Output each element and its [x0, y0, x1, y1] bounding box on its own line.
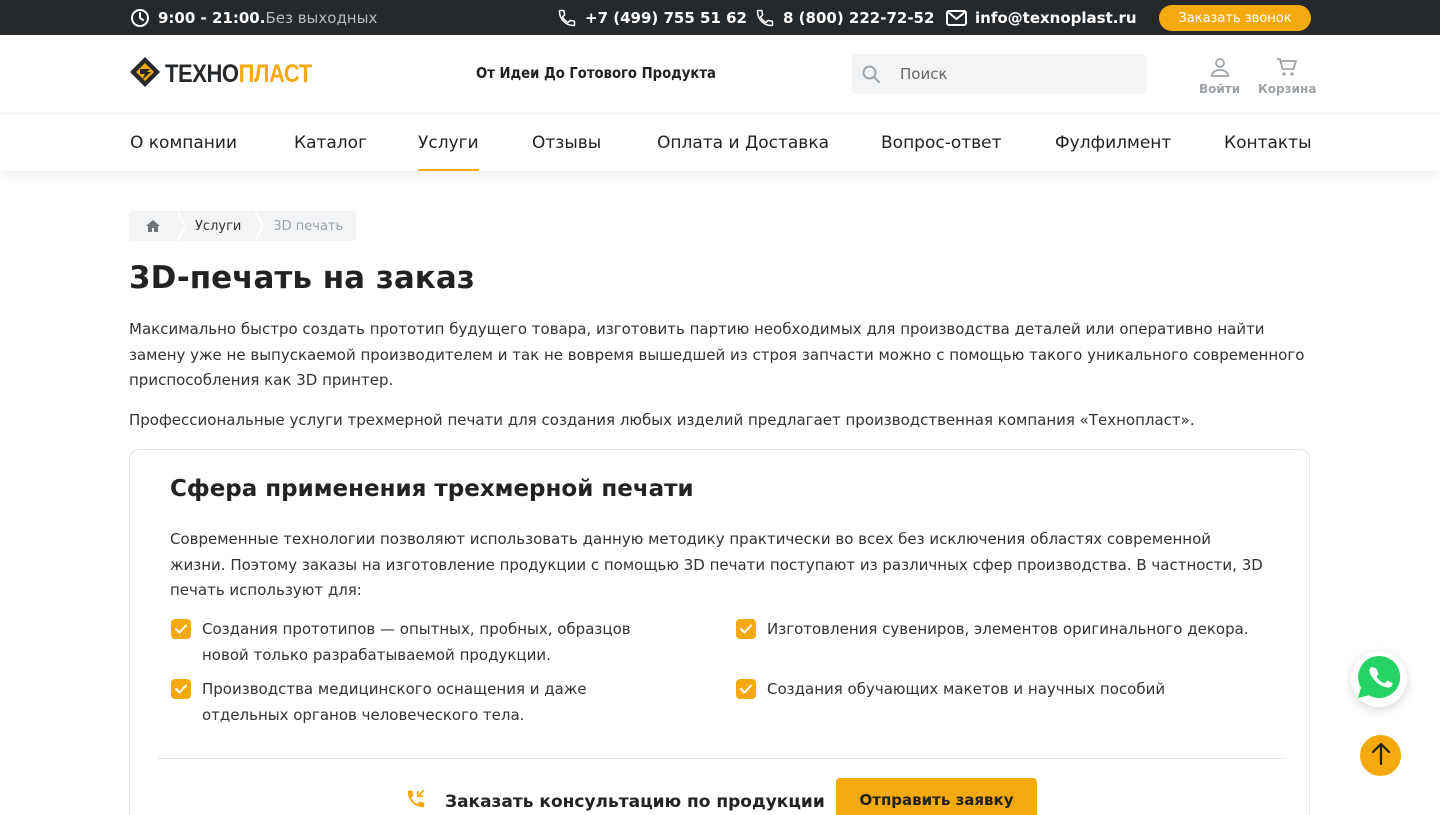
phone-text-2: 8 (800) 222-72-52: [783, 8, 935, 27]
nav-item-catalog[interactable]: Каталог: [294, 114, 367, 171]
send-request-button[interactable]: Отправить заявку: [836, 778, 1037, 815]
cart-icon: [1276, 57, 1298, 80]
nav-item-about[interactable]: О компании: [130, 114, 237, 171]
phone-link-1[interactable]: +7 (499) 755 51 62: [557, 0, 747, 35]
phone-incoming-icon: [405, 788, 427, 815]
list-item-text: Создания обучающих макетов и научных пос…: [767, 680, 1166, 698]
email-link[interactable]: info@texnoplast.ru: [946, 0, 1137, 35]
checkmark-icon: [171, 619, 191, 639]
login-button[interactable]: Войти: [1199, 57, 1240, 96]
phone-icon: [557, 8, 577, 28]
list-item-text: Производства медицинского оснащения и да…: [202, 680, 587, 724]
list-item: Создания обучающих макетов и научных пос…: [736, 677, 1276, 703]
intro-text: Максимально быстро создать прототип буду…: [129, 320, 1305, 389]
scroll-to-top-button[interactable]: [1360, 735, 1401, 776]
breadcrumb-services[interactable]: Услуги: [191, 219, 255, 234]
search-icon[interactable]: [861, 64, 881, 84]
working-hours: 9:00 - 21:00.Без выходных: [130, 0, 377, 35]
consultation-cta: Заказать консультацию по продукции: [405, 788, 825, 815]
card-title: Сфера применения трехмерной печати: [170, 476, 694, 502]
chevron-right-icon: [255, 211, 269, 241]
search-box[interactable]: [852, 54, 1147, 94]
site-header: ТЕХНОПЛАСТ От Идеи До Готового Продукта …: [0, 35, 1440, 114]
user-icon: [1210, 57, 1230, 80]
email-text: info@texnoplast.ru: [975, 8, 1137, 27]
hours-text: 9:00 - 21:00.: [158, 8, 266, 27]
chevron-right-icon: [177, 211, 191, 241]
breadcrumb-current: 3D печать: [273, 218, 344, 234]
home-icon[interactable]: [129, 219, 177, 233]
checkmark-icon: [736, 619, 756, 639]
top-bar: 9:00 - 21:00.Без выходных +7 (499) 755 5…: [0, 0, 1440, 35]
tagline: От Идеи До Готового Продукта: [476, 64, 716, 82]
nav-item-contacts[interactable]: Контакты: [1224, 114, 1312, 171]
nav-item-services[interactable]: Услуги: [418, 114, 479, 171]
hours-note: Без выходных: [265, 8, 378, 27]
list-item: Производства медицинского оснащения и да…: [171, 677, 661, 728]
whatsapp-icon: [1356, 654, 1402, 704]
whatsapp-button[interactable]: [1351, 651, 1407, 707]
list-item-text: Создания прототипов — опытных, пробных, …: [202, 620, 631, 664]
search-input[interactable]: [900, 65, 1120, 83]
nav-item-faq[interactable]: Вопрос-ответ: [881, 114, 1002, 171]
nav-item-payment-delivery[interactable]: Оплата и Доставка: [657, 114, 829, 171]
checkmark-icon: [736, 679, 756, 699]
applications-card: Сфера применения трехмерной печати Совре…: [129, 449, 1310, 815]
list-item-text: Изготовления сувениров, элементов оригин…: [767, 620, 1249, 638]
list-item: Изготовления сувениров, элементов оригин…: [736, 617, 1276, 643]
divider: [158, 758, 1283, 759]
phone-link-2[interactable]: 8 (800) 222-72-52: [755, 0, 934, 35]
logo-diamond-icon: [129, 56, 161, 92]
main-nav: О компании Каталог Услуги Отзывы Оплата …: [0, 114, 1440, 171]
logo-text-part1: ТЕХНО: [165, 59, 239, 88]
intro-text-2: Профессиональные услуги трехмерной печат…: [129, 411, 1195, 429]
phone-text-1: +7 (499) 755 51 62: [585, 8, 747, 27]
arrow-up-icon: [1370, 742, 1392, 770]
consultation-label: Заказать консультацию по продукции: [445, 791, 825, 812]
logo-text: ТЕХНОПЛАСТ: [165, 60, 312, 89]
phone-icon: [755, 8, 775, 28]
page-title: 3D-печать на заказ: [129, 260, 475, 296]
nav-item-reviews[interactable]: Отзывы: [532, 114, 601, 171]
card-text: Современные технологии позволяют использ…: [170, 530, 1263, 599]
clock-icon: [130, 8, 150, 28]
cart-label: Корзина: [1258, 82, 1317, 96]
order-callback-button[interactable]: Заказать звонок: [1159, 5, 1311, 31]
breadcrumb: Услуги 3D печать: [129, 211, 356, 241]
nav-item-fulfillment[interactable]: Фулфилмент: [1055, 114, 1171, 171]
mail-icon: [946, 9, 967, 26]
login-label: Войти: [1199, 82, 1241, 96]
list-item: Создания прототипов — опытных, пробных, …: [171, 617, 661, 668]
logo[interactable]: ТЕХНОПЛАСТ: [129, 57, 332, 91]
checkmark-icon: [171, 679, 191, 699]
logo-text-part2: ПЛАСТ: [238, 59, 313, 88]
cart-button[interactable]: Корзина: [1258, 57, 1316, 96]
